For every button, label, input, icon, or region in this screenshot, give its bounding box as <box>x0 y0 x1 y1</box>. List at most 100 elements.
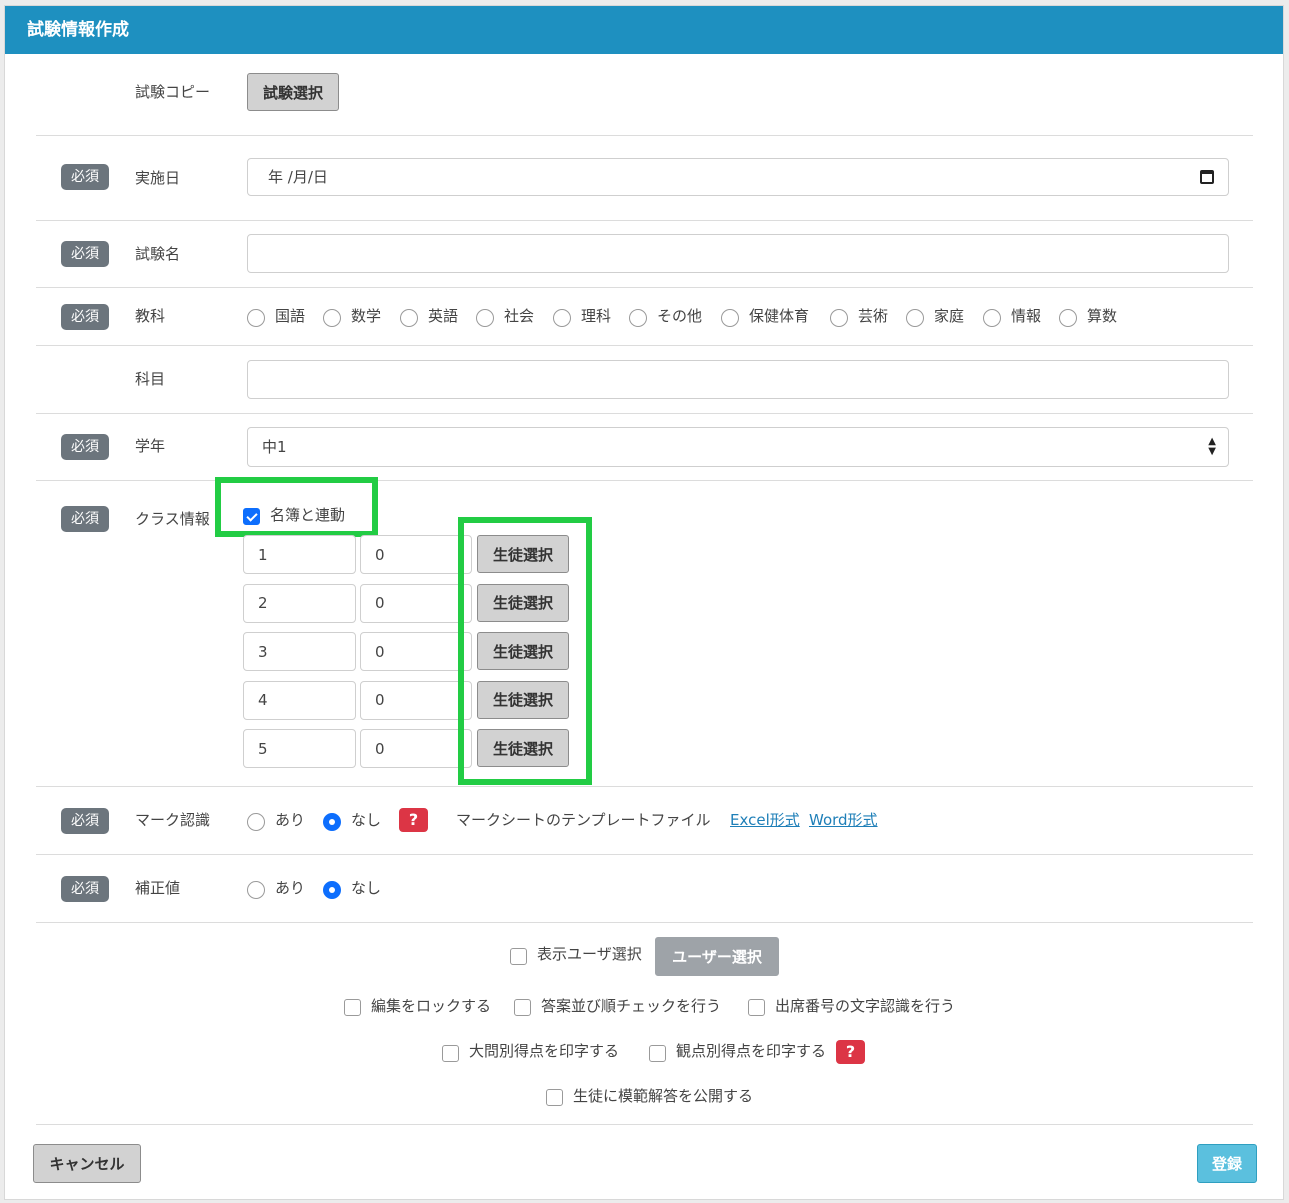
divider <box>36 135 1253 136</box>
correction-yes-label: あり <box>275 879 306 897</box>
class-number-input[interactable] <box>243 680 356 720</box>
class-number-input[interactable] <box>243 632 356 671</box>
mark-no-label: なし <box>351 811 382 829</box>
class-number-input[interactable] <box>243 535 356 574</box>
required-badge: 必須 <box>61 506 109 532</box>
student-count-input[interactable] <box>360 583 472 623</box>
viewpoint-help-icon[interactable]: ? <box>836 1040 865 1064</box>
date-placeholder: 年 /月/日 <box>268 168 328 186</box>
required-badge: 必須 <box>61 241 109 267</box>
exam-select-button[interactable]: 試験選択 <box>247 73 339 111</box>
divider <box>36 287 1253 288</box>
course-label: 科目 <box>135 370 166 388</box>
class-number-input[interactable] <box>243 583 356 623</box>
divider <box>36 854 1253 855</box>
correction-no-label: なし <box>351 879 382 897</box>
excel-template-link[interactable]: Excel形式 <box>730 810 800 830</box>
calendar-icon[interactable] <box>1200 170 1214 184</box>
divider <box>36 345 1253 346</box>
highlight-box <box>458 517 592 785</box>
subject-option-label: 家庭 <box>934 307 965 325</box>
subject-radio[interactable] <box>247 309 265 327</box>
subject-radio[interactable] <box>721 309 739 327</box>
student-count-input[interactable] <box>360 729 472 768</box>
course-input[interactable] <box>247 360 1229 399</box>
card-header-title: 試験情報作成 <box>5 6 1283 54</box>
print-viewpoint-score-label: 観点別得点を印字する <box>676 1042 827 1060</box>
grade-label: 学年 <box>135 437 166 455</box>
divider <box>36 1124 1253 1125</box>
divider <box>36 220 1253 221</box>
date-label: 実施日 <box>135 169 181 187</box>
register-button[interactable]: 登録 <box>1197 1144 1257 1183</box>
grade-select[interactable]: 中1 ▲ ▼ <box>247 427 1229 467</box>
exam-name-label: 試験名 <box>135 245 181 263</box>
subject-option-label: 情報 <box>1011 307 1042 325</box>
roster-link-label: 名簿と連動 <box>270 506 346 524</box>
mark-yes-label: あり <box>275 811 306 829</box>
divider <box>36 786 1253 787</box>
display-user-checkbox[interactable] <box>510 948 527 965</box>
subject-option-label: 理科 <box>581 307 612 325</box>
subject-option-label: 芸術 <box>858 307 889 325</box>
subject-option-label: 保健体育 <box>749 307 810 325</box>
order-check-checkbox[interactable] <box>514 999 531 1016</box>
subject-radio[interactable] <box>1059 309 1077 327</box>
subject-radio[interactable] <box>830 309 848 327</box>
order-check-label: 答案並び順チェックを行う <box>541 997 722 1015</box>
subject-option-label: 数学 <box>351 307 382 325</box>
mark-template-text: マークシートのテンプレートファイル <box>456 811 711 829</box>
roster-link-checkbox[interactable] <box>243 508 260 525</box>
publish-model-answer-checkbox[interactable] <box>546 1089 563 1106</box>
attendance-ocr-checkbox[interactable] <box>748 999 765 1016</box>
publish-model-answer-label: 生徒に模範解答を公開する <box>573 1087 754 1105</box>
display-user-label: 表示ユーザ選択 <box>537 945 642 963</box>
mark-no-radio[interactable] <box>323 813 341 831</box>
print-section-score-label: 大問別得点を印字する <box>469 1042 620 1060</box>
divider <box>36 413 1253 414</box>
grade-selected-value: 中1 <box>262 438 287 456</box>
correction-yes-radio[interactable] <box>247 881 265 899</box>
exam-copy-label: 試験コピー <box>135 83 211 101</box>
subject-label: 教科 <box>135 307 166 325</box>
date-input[interactable]: 年 /月/日 <box>247 158 1229 196</box>
mark-label: マーク認識 <box>135 811 211 829</box>
mark-yes-radio[interactable] <box>247 813 265 831</box>
print-viewpoint-score-checkbox[interactable] <box>649 1045 666 1062</box>
student-count-input[interactable] <box>360 680 472 720</box>
select-arrows-icon: ▲ ▼ <box>1208 436 1216 457</box>
attendance-ocr-label: 出席番号の文字認識を行う <box>775 997 956 1015</box>
subject-option-label: 算数 <box>1087 307 1118 325</box>
required-badge: 必須 <box>61 808 109 834</box>
student-count-input[interactable] <box>360 632 472 671</box>
cancel-button[interactable]: キャンセル <box>33 1144 141 1183</box>
subject-option-label: 社会 <box>504 307 535 325</box>
subject-radio[interactable] <box>323 309 341 327</box>
subject-radio[interactable] <box>476 309 494 327</box>
class-info-label: クラス情報 <box>135 510 210 528</box>
class-number-input[interactable] <box>243 729 356 768</box>
mark-help-icon[interactable]: ? <box>399 808 428 832</box>
required-badge: 必須 <box>61 434 109 460</box>
subject-radio[interactable] <box>906 309 924 327</box>
subject-radio[interactable] <box>400 309 418 327</box>
user-select-button[interactable]: ユーザー選択 <box>655 937 779 976</box>
subject-option-label: その他 <box>657 307 703 325</box>
subject-radio[interactable] <box>983 309 1001 327</box>
lock-edit-checkbox[interactable] <box>344 999 361 1016</box>
print-section-score-checkbox[interactable] <box>442 1045 459 1062</box>
subject-radio[interactable] <box>553 309 571 327</box>
exam-create-card: 試験情報作成 試験コピー 試験選択 必須 実施日 年 /月/日 必須 試験名 必… <box>4 5 1284 1200</box>
student-count-input[interactable] <box>360 535 472 574</box>
subject-option-label: 英語 <box>428 307 459 325</box>
correction-label: 補正値 <box>135 879 181 897</box>
word-template-link[interactable]: Word形式 <box>809 810 878 830</box>
subject-radio[interactable] <box>629 309 647 327</box>
exam-name-input[interactable] <box>247 234 1229 273</box>
correction-no-radio[interactable] <box>323 881 341 899</box>
lock-edit-label: 編集をロックする <box>371 997 492 1015</box>
subject-option-label: 国語 <box>275 307 306 325</box>
required-badge: 必須 <box>61 164 109 190</box>
required-badge: 必須 <box>61 304 109 330</box>
required-badge: 必須 <box>61 876 109 902</box>
